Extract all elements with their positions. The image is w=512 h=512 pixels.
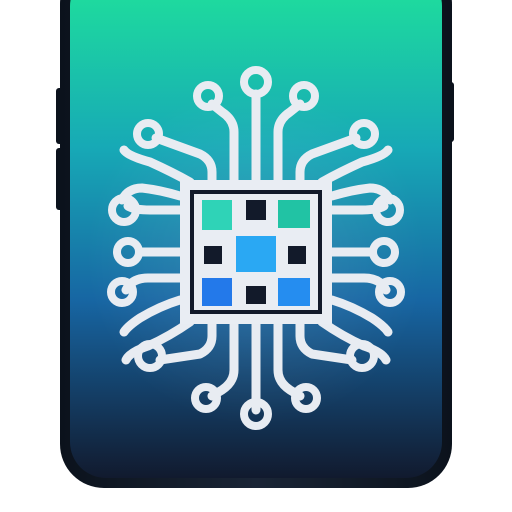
chip-cell-mid-right	[288, 246, 306, 264]
phone-illustration	[56, 0, 454, 488]
chip-icon	[180, 180, 332, 324]
chip-cell-bottom-mid	[246, 286, 266, 304]
chip-cell-top-left	[202, 200, 232, 230]
chip-cell-center	[236, 236, 276, 272]
chip-cell-top-mid	[246, 200, 266, 220]
chip-cell-mid-left	[204, 246, 222, 264]
chip-cell-bottom-right	[278, 278, 310, 306]
chip-cell-bottom-left	[202, 278, 232, 306]
app-icon-canvas	[0, 0, 512, 512]
chip-cell-top-right	[278, 200, 310, 228]
